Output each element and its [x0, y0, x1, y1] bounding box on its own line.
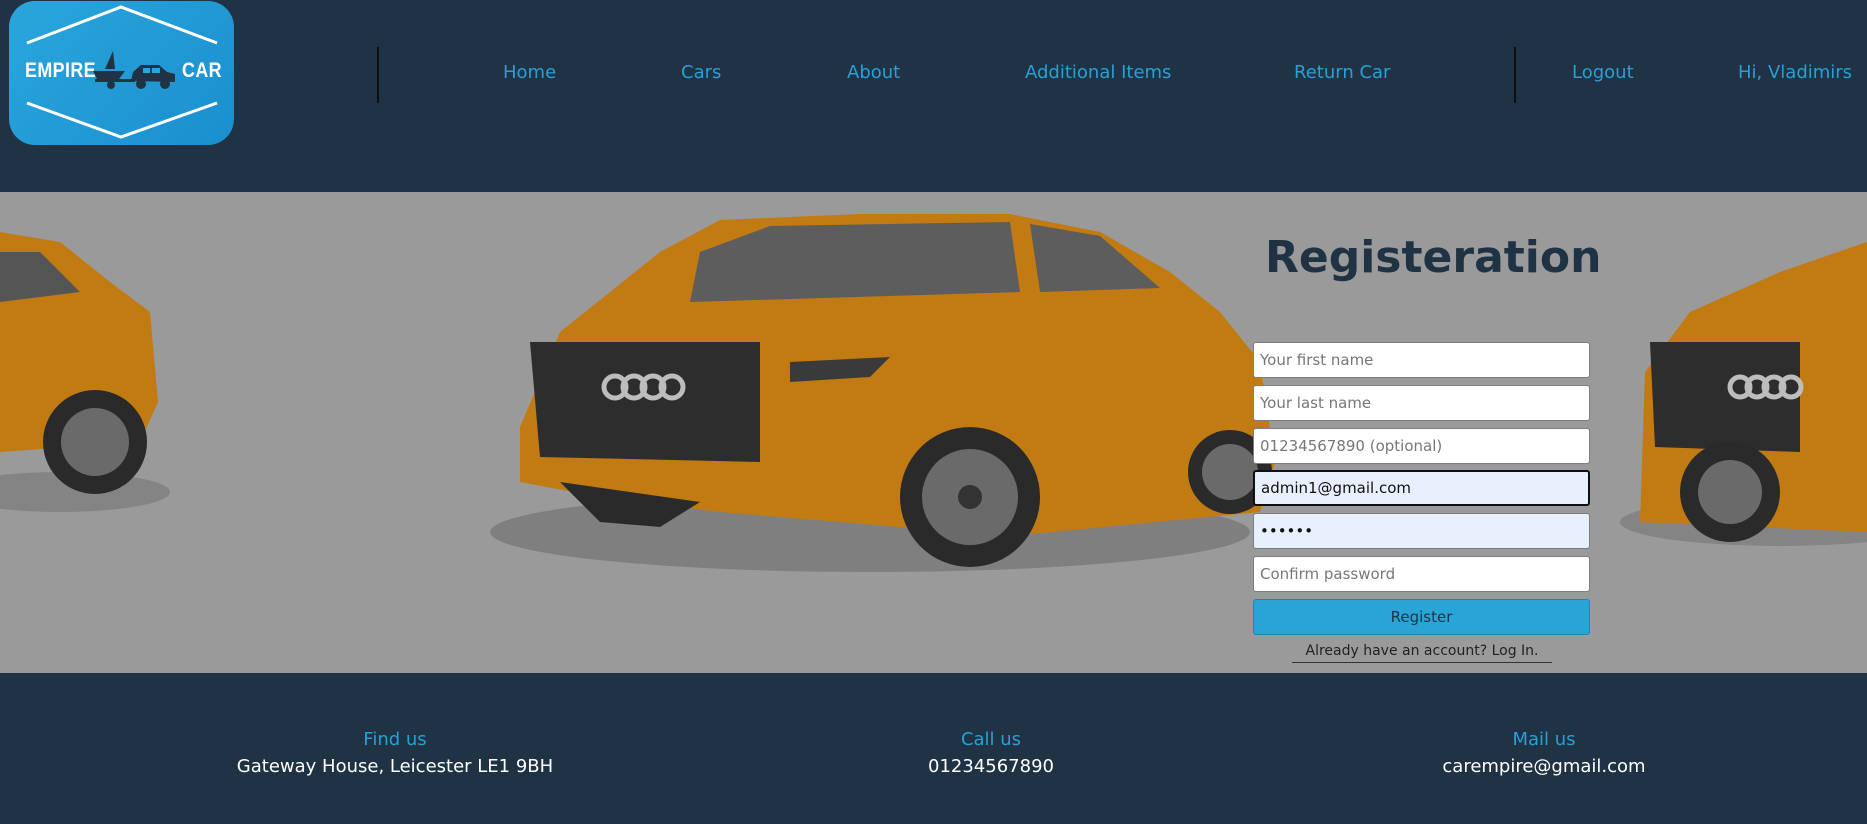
nav-about-link[interactable]: About — [847, 62, 900, 83]
footer-mail-us: Mail us carempire@gmail.com — [1394, 729, 1694, 777]
last-name-input[interactable] — [1253, 385, 1590, 421]
footer-mail-heading: Mail us — [1512, 729, 1576, 750]
footer-find-us: Find us Gateway House, Leicester LE1 9BH — [195, 729, 595, 777]
login-link[interactable]: Already have an account? Log In. — [1292, 643, 1552, 663]
password-input[interactable] — [1253, 513, 1590, 549]
brand-right-word: CAR — [182, 59, 222, 82]
nav-cars-link[interactable]: Cars — [681, 62, 721, 83]
right-partial-car-shape — [1620, 242, 1867, 546]
first-name-input[interactable] — [1253, 342, 1590, 378]
confirm-password-input[interactable] — [1253, 556, 1590, 592]
nav-home-link[interactable]: Home — [503, 62, 556, 83]
main-car-shape — [490, 214, 1275, 572]
registration-hero: Registeration Register Already have an a… — [0, 192, 1867, 673]
footer-phone: 01234567890 — [928, 756, 1054, 777]
nav-divider-right — [1514, 47, 1516, 103]
footer-call-heading: Call us — [960, 729, 1022, 750]
site-header: EMPIRE CAR Home Cars About Additional It… — [0, 0, 1867, 192]
footer-call-us: Call us 01234567890 — [841, 729, 1141, 777]
nav-return-car-link[interactable]: Return Car — [1294, 62, 1390, 83]
phone-input[interactable] — [1253, 428, 1590, 464]
footer-email[interactable]: carempire@gmail.com — [1394, 756, 1694, 777]
brand-logo[interactable]: EMPIRE CAR — [9, 1, 234, 145]
user-greeting[interactable]: Hi, Vladimirs — [1738, 62, 1852, 83]
left-partial-car-shape — [0, 232, 170, 512]
site-footer: Find us Gateway House, Leicester LE1 9BH… — [0, 673, 1867, 824]
footer-address: Gateway House, Leicester LE1 9BH — [236, 756, 554, 777]
registration-title: Registeration — [1265, 232, 1602, 283]
nav-additional-items-link[interactable]: Additional Items — [1025, 62, 1171, 83]
footer-find-heading: Find us — [363, 729, 427, 750]
logout-link[interactable]: Logout — [1572, 62, 1634, 83]
email-input[interactable] — [1253, 470, 1590, 506]
register-button[interactable]: Register — [1253, 599, 1590, 635]
nav-divider-left — [377, 47, 379, 103]
brand-left-word: EMPIRE — [25, 59, 96, 82]
